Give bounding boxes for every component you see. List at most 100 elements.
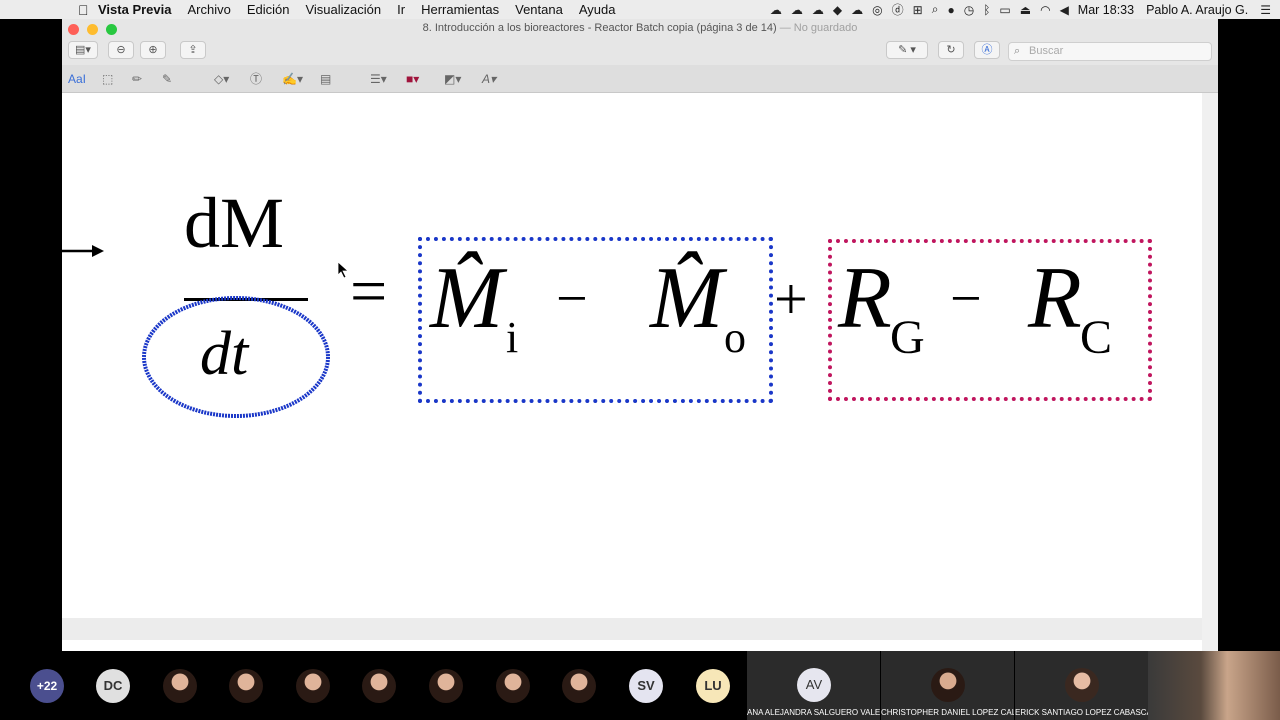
menu-ventana[interactable]: Ventana <box>515 2 563 17</box>
term-outflow: M̂ <box>650 249 723 349</box>
inflow-subscript: i <box>506 313 519 362</box>
generation-subscript: G <box>890 311 925 364</box>
grid-icon[interactable]: ⊞ <box>913 3 923 17</box>
unsaved-label: — No guardado <box>779 22 858 34</box>
inflow-symbol: M̂ <box>430 250 504 347</box>
mouse-cursor-icon <box>337 261 349 279</box>
outflow-symbol: M̂ <box>650 250 724 347</box>
note-icon[interactable]: ▤ <box>320 71 331 87</box>
participant-avatar[interactable]: DC <box>96 669 130 703</box>
page-gap <box>62 618 1202 640</box>
document-title: 8. Introducción a los bioreactores - Rea… <box>422 22 777 34</box>
tile-photo <box>931 668 965 702</box>
tile-name: ERICK SANTIAGO LOPEZ CABASCA... <box>1015 708 1148 717</box>
markup-button[interactable]: ✎ ▾ <box>886 41 928 59</box>
sidebar-toggle-button[interactable]: ▤▾ <box>68 41 98 59</box>
rotate-button[interactable]: ↻ <box>938 41 964 59</box>
next-page <box>62 640 1202 651</box>
term-consumption: R <box>1028 250 1082 347</box>
equals-sign: = <box>350 255 388 328</box>
cloud-icon[interactable]: ☁ <box>791 3 803 17</box>
self-camera-video[interactable] <box>1148 651 1280 720</box>
participant-photo[interactable] <box>496 669 530 703</box>
d-icon[interactable]: ⓓ <box>892 1 904 18</box>
user-name[interactable]: Pablo A. Araujo G. <box>1146 3 1248 17</box>
search-icon: ⌕ <box>1014 45 1021 57</box>
participant-photo[interactable] <box>562 669 596 703</box>
draw-icon[interactable]: ✎ <box>162 71 172 87</box>
accessibility-icon[interactable]: ◎ <box>872 3 882 17</box>
eject-icon[interactable]: ⏏ <box>1020 3 1031 17</box>
main-toolbar: ▤▾ ⊖ ⊕ ⇪ ✎ ▾ ↻ Ⓐ ⌕ Buscar <box>62 39 1218 65</box>
participant-avatar[interactable]: SV <box>629 669 663 703</box>
line-style-icon[interactable]: ☰▾ <box>370 71 387 87</box>
time-machine-icon[interactable]: ◷ <box>964 3 974 17</box>
border-color-icon[interactable]: ■▾ <box>406 71 419 87</box>
cloud-upload-icon[interactable]: ☁ <box>851 3 863 17</box>
numerator-text: dM <box>184 183 285 263</box>
menu-bar:  Vista Previa Archivo Edición Visualiza… <box>0 0 1280 19</box>
tile-name: CHRISTOPHER DANIEL LOPEZ CALD... <box>881 708 1014 717</box>
minus-sign-1: − <box>556 268 588 330</box>
menu-ir[interactable]: Ir <box>397 2 405 17</box>
text-selection-tool[interactable]: AaI <box>68 71 86 87</box>
participant-photo[interactable] <box>429 669 463 703</box>
tile-photo <box>1065 668 1099 702</box>
document-page: dM dt = M̂ i − M̂ o + R G − R C <box>62 93 1202 618</box>
participant-tile[interactable]: AV ANA ALEJANDRA SALGUERO VALE... <box>747 651 880 720</box>
share-button[interactable]: ⇪ <box>180 41 206 59</box>
menu-app-name[interactable]: Vista Previa <box>98 2 171 17</box>
participant-photo[interactable] <box>229 669 263 703</box>
cloud-icon[interactable]: ☁ <box>770 3 782 17</box>
more-participants-badge[interactable]: +22 <box>30 669 64 703</box>
search-placeholder: Buscar <box>1029 45 1064 57</box>
clock[interactable]: Mar 18:33 <box>1078 3 1134 17</box>
signature-icon[interactable]: ✍▾ <box>282 71 303 87</box>
plus-sign: + <box>774 266 808 332</box>
search-icon[interactable]: ⌕ <box>932 2 939 17</box>
outflow-subscript: o <box>724 313 746 362</box>
consumption-subscript: C <box>1080 311 1113 364</box>
participant-photo[interactable] <box>296 669 330 703</box>
menu-archivo[interactable]: Archivo <box>187 2 230 17</box>
tile-avatar: AV <box>797 668 831 702</box>
tile-name: ANA ALEJANDRA SALGUERO VALE... <box>747 708 880 717</box>
shapes-icon[interactable]: ◇▾ <box>214 71 229 87</box>
bluetooth-icon[interactable]: ᛒ <box>983 3 990 17</box>
fraction-numerator: dM <box>184 183 284 263</box>
scrollbar[interactable] <box>1202 93 1218 651</box>
fill-color-icon[interactable]: ◩▾ <box>444 71 461 87</box>
text-style-icon[interactable]: A▾ <box>482 71 496 87</box>
menu-edicion[interactable]: Edición <box>247 2 290 17</box>
volume-icon[interactable]: ◀ <box>1060 3 1069 17</box>
participant-photo[interactable] <box>362 669 396 703</box>
participant-tile[interactable]: CHRISTOPHER DANIEL LOPEZ CALD... <box>881 651 1014 720</box>
apple-icon[interactable]:  <box>78 2 98 18</box>
wifi-icon[interactable]: ◠ <box>1040 3 1050 17</box>
zoom-in-button[interactable]: ⊕ <box>140 41 166 59</box>
dropbox-icon[interactable]: ◆ <box>833 3 842 17</box>
arrow-right-icon <box>62 245 104 257</box>
airplay-icon[interactable]: ▭ <box>999 3 1010 17</box>
siri-icon[interactable]: ● <box>947 3 954 17</box>
rect-selection-icon[interactable]: ⬚ <box>102 71 113 87</box>
window-title: 8. Introducción a los bioreactores - Rea… <box>62 22 1218 34</box>
annotate-button[interactable]: Ⓐ <box>974 41 1000 59</box>
status-area: ☁ ☁ ☁ ◆ ☁ ◎ ⓓ ⊞ ⌕ ● ◷ ᛒ ▭ ⏏ ◠ ◀ Mar 18:3… <box>770 0 1280 19</box>
list-icon[interactable]: ☰ <box>1260 3 1271 17</box>
term-inflow: M̂ <box>430 249 503 349</box>
cloud-icon[interactable]: ☁ <box>812 3 824 17</box>
menu-herramientas[interactable]: Herramientas <box>421 2 499 17</box>
participant-tile[interactable]: ERICK SANTIAGO LOPEZ CABASCA... <box>1015 651 1148 720</box>
text-box-icon[interactable]: Ⓣ <box>250 71 262 87</box>
search-field[interactable]: ⌕ Buscar <box>1008 42 1212 61</box>
participants-strip: +22 DC SV LU AV ANA ALEJANDRA SALGUERO V… <box>0 651 1280 720</box>
sketch-icon[interactable]: ✏ <box>132 71 142 87</box>
zoom-out-button[interactable]: ⊖ <box>108 41 134 59</box>
preview-window: 8. Introducción a los bioreactores - Rea… <box>62 19 1218 651</box>
title-bar: 8. Introducción a los bioreactores - Rea… <box>62 19 1218 39</box>
participant-photo[interactable] <box>163 669 197 703</box>
menu-visualizacion[interactable]: Visualización <box>305 2 381 17</box>
menu-ayuda[interactable]: Ayuda <box>579 2 616 17</box>
participant-avatar[interactable]: LU <box>696 669 730 703</box>
